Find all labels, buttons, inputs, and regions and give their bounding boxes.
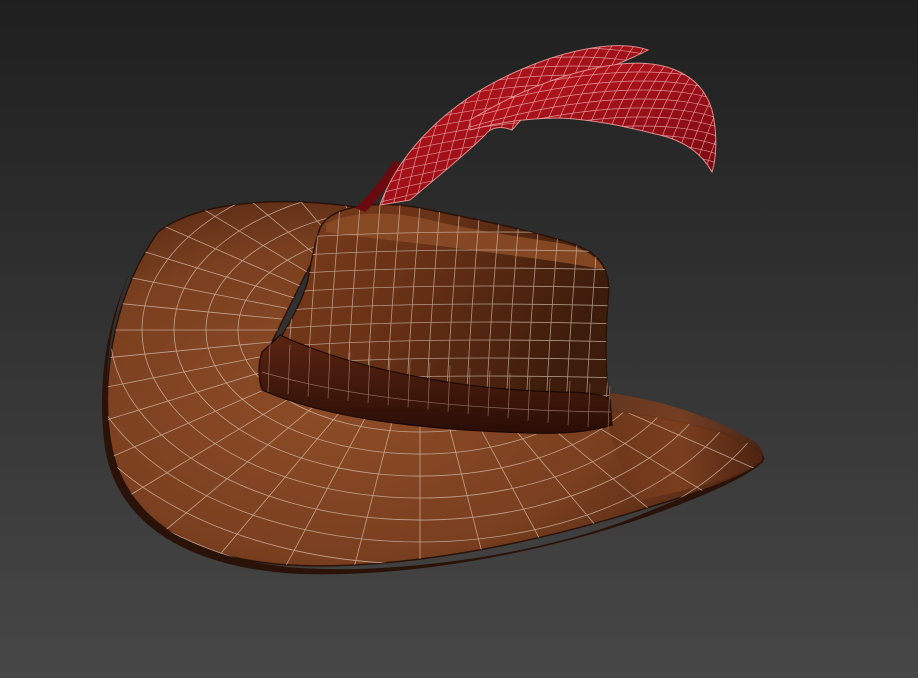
- 3d-viewport[interactable]: [0, 0, 918, 678]
- viewport-canvas[interactable]: [0, 0, 918, 678]
